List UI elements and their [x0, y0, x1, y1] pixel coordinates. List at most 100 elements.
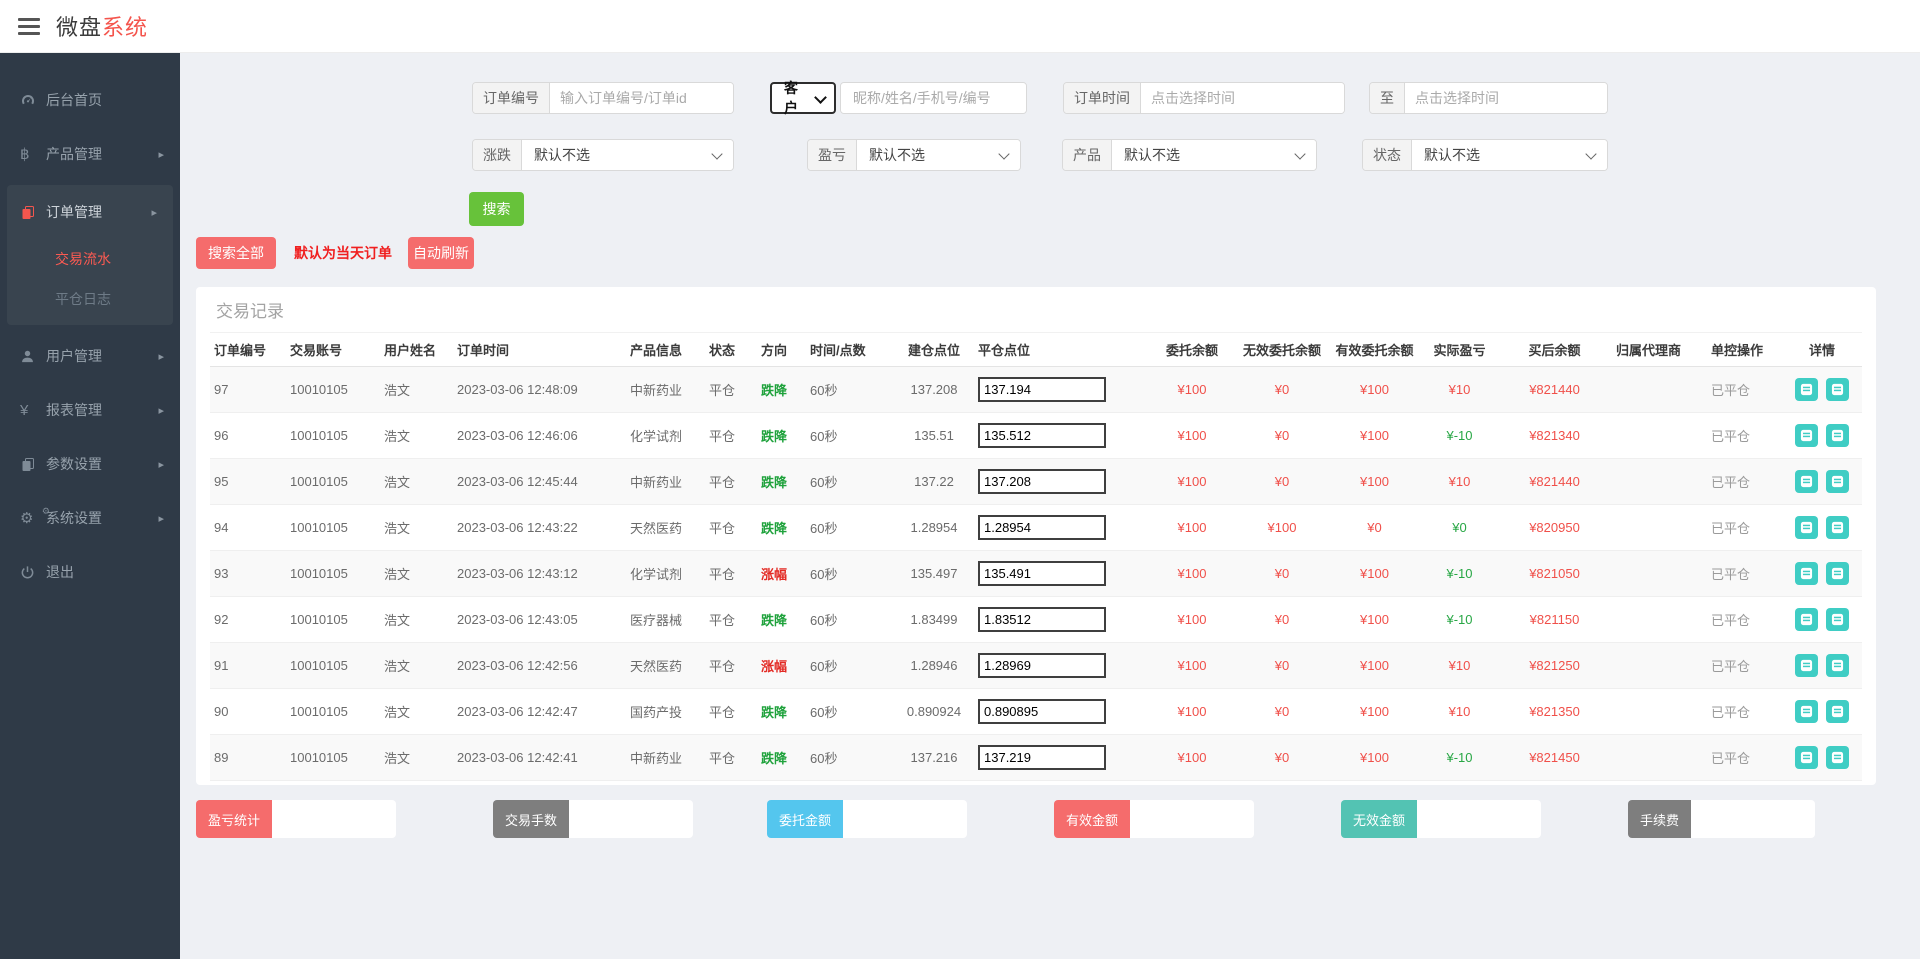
close-point-input[interactable]: [978, 468, 1106, 494]
updown-select[interactable]: 默认不选: [522, 140, 733, 170]
cell-detail: [1782, 596, 1862, 643]
brand-text-red: 系统: [102, 15, 149, 40]
cell-invalid-entrust: ¥0: [1237, 458, 1327, 505]
gears-icon: ⚙ ⚙: [20, 506, 50, 527]
detail-button[interactable]: [1794, 515, 1818, 539]
cell-product: 中新药业: [626, 366, 705, 413]
cell-user-name: 浩文: [380, 550, 453, 597]
sidebar-item-label: 后台首页: [46, 92, 102, 108]
detail-button[interactable]: [1794, 469, 1818, 493]
cell-actual-profit: ¥10: [1422, 458, 1497, 505]
close-point-input[interactable]: [978, 422, 1106, 448]
col-control: 单控操作: [1707, 333, 1782, 367]
cell-entrust-balance: ¥100: [1147, 642, 1237, 689]
cell-product: 中新药业: [626, 458, 705, 505]
summary-label: 无效金额: [1341, 800, 1418, 838]
sidebar-item-reports[interactable]: ¥ 报表管理 ▸: [0, 383, 180, 437]
chevron-right-icon: ▸: [158, 458, 164, 471]
close-point-input[interactable]: [978, 652, 1106, 678]
customer-type-select[interactable]: 客户: [770, 80, 836, 116]
sidebar-item-users[interactable]: 用户管理 ▸: [0, 329, 180, 383]
detail-button-2[interactable]: [1826, 377, 1850, 401]
sidebar-group-orders: 订单管理 ▸ 交易流水 平仓日志: [7, 185, 173, 325]
close-point-input[interactable]: [978, 744, 1106, 770]
yen-icon: ¥: [20, 401, 29, 419]
cell-valid-entrust: ¥100: [1327, 734, 1422, 781]
close-point-input[interactable]: [978, 560, 1106, 586]
close-point-input[interactable]: [978, 376, 1106, 402]
cell-close-point: [974, 458, 1147, 505]
auto-refresh-button[interactable]: 自动刷新: [408, 237, 474, 269]
detail-button-2[interactable]: [1826, 515, 1850, 539]
cell-order-id: 94: [210, 504, 286, 551]
menu-toggle-icon[interactable]: [18, 17, 40, 35]
detail-button-2[interactable]: [1826, 561, 1850, 585]
col-open-point: 建仓点位: [894, 333, 974, 367]
table-row: 97 10010105 浩文 2023-03-06 12:48:09 中新药业 …: [210, 366, 1862, 413]
cell-invalid-entrust: ¥0: [1237, 734, 1327, 781]
cell-control: 已平仓: [1707, 734, 1782, 781]
cell-invalid-entrust: ¥0: [1237, 550, 1327, 597]
detail-button-2[interactable]: [1826, 607, 1850, 631]
detail-button[interactable]: [1794, 377, 1818, 401]
sidebar-item-label: 报表管理: [46, 402, 102, 418]
close-point-input[interactable]: [978, 606, 1106, 632]
cell-control: 已平仓: [1707, 550, 1782, 597]
order-no-input[interactable]: [550, 83, 733, 113]
time-to-input[interactable]: [1405, 83, 1607, 113]
summary-fee: 手续费: [1628, 800, 1816, 838]
cell-entrust-balance: ¥100: [1147, 596, 1237, 643]
summary-trade-lots: 交易手数: [493, 800, 694, 838]
search-button[interactable]: 搜索: [469, 192, 524, 226]
cell-entrust-balance: ¥100: [1147, 504, 1237, 551]
close-point-input[interactable]: [978, 514, 1106, 540]
sidebar-item-dashboard[interactable]: 后台首页: [0, 73, 180, 127]
cell-control: 已平仓: [1707, 412, 1782, 459]
sidebar-item-products[interactable]: ฿ 产品管理 ▸: [0, 127, 180, 181]
cell-status: 平仓: [705, 366, 757, 413]
chevron-right-icon: ▸: [158, 404, 164, 417]
detail-button[interactable]: [1794, 607, 1818, 631]
detail-button-2[interactable]: [1826, 653, 1850, 677]
cell-account: 10010105: [286, 688, 380, 735]
cell-invalid-entrust: ¥0: [1237, 688, 1327, 735]
detail-button-2[interactable]: [1826, 699, 1850, 723]
cell-order-time: 2023-03-06 12:43:12: [453, 550, 626, 597]
sidebar-subitem-close-log[interactable]: 平仓日志: [7, 279, 173, 319]
table-row: 89 10010105 浩文 2023-03-06 12:42:41 中新药业 …: [210, 734, 1862, 781]
cell-entrust-balance: ¥100: [1147, 688, 1237, 735]
sidebar-subitem-trade-flow[interactable]: 交易流水: [7, 239, 173, 279]
sidebar-item-system[interactable]: ⚙ ⚙ 系统设置 ▸: [0, 491, 180, 545]
detail-button[interactable]: [1794, 699, 1818, 723]
cell-valid-entrust: ¥100: [1327, 366, 1422, 413]
sidebar-item-orders[interactable]: 订单管理 ▸: [7, 185, 173, 239]
cell-direction: 跌降: [757, 412, 806, 459]
sidebar-item-parameters[interactable]: 参数设置 ▸: [0, 437, 180, 491]
detail-button[interactable]: [1794, 423, 1818, 447]
detail-button-2[interactable]: [1826, 745, 1850, 769]
detail-button-2[interactable]: [1826, 423, 1850, 447]
detail-button[interactable]: [1794, 745, 1818, 769]
cell-direction: 跌降: [757, 596, 806, 643]
detail-button[interactable]: [1794, 561, 1818, 585]
cell-period: 60秒: [806, 504, 894, 551]
detail-button[interactable]: [1794, 653, 1818, 677]
cell-period: 60秒: [806, 688, 894, 735]
summary-value-box: [272, 800, 397, 838]
cell-actual-profit: ¥-10: [1422, 550, 1497, 597]
detail-button-2[interactable]: [1826, 469, 1850, 493]
cell-account: 10010105: [286, 412, 380, 459]
product-select[interactable]: 默认不选: [1112, 140, 1316, 170]
close-point-input[interactable]: [978, 698, 1106, 724]
sidebar-item-label: 用户管理: [46, 348, 102, 364]
search-all-button[interactable]: 搜索全部: [196, 237, 276, 269]
sidebar-item-logout[interactable]: 退出: [0, 545, 180, 599]
cell-user-name: 浩文: [380, 458, 453, 505]
sidebar-subitem-label: 交易流水: [55, 251, 111, 267]
customer-input[interactable]: [841, 83, 1026, 113]
time-from-input[interactable]: [1141, 83, 1344, 113]
status-select[interactable]: 默认不选: [1412, 140, 1607, 170]
col-invalid-entrust: 无效委托余额: [1237, 333, 1327, 367]
cell-account: 10010105: [286, 596, 380, 643]
profit-select[interactable]: 默认不选: [857, 140, 1020, 170]
